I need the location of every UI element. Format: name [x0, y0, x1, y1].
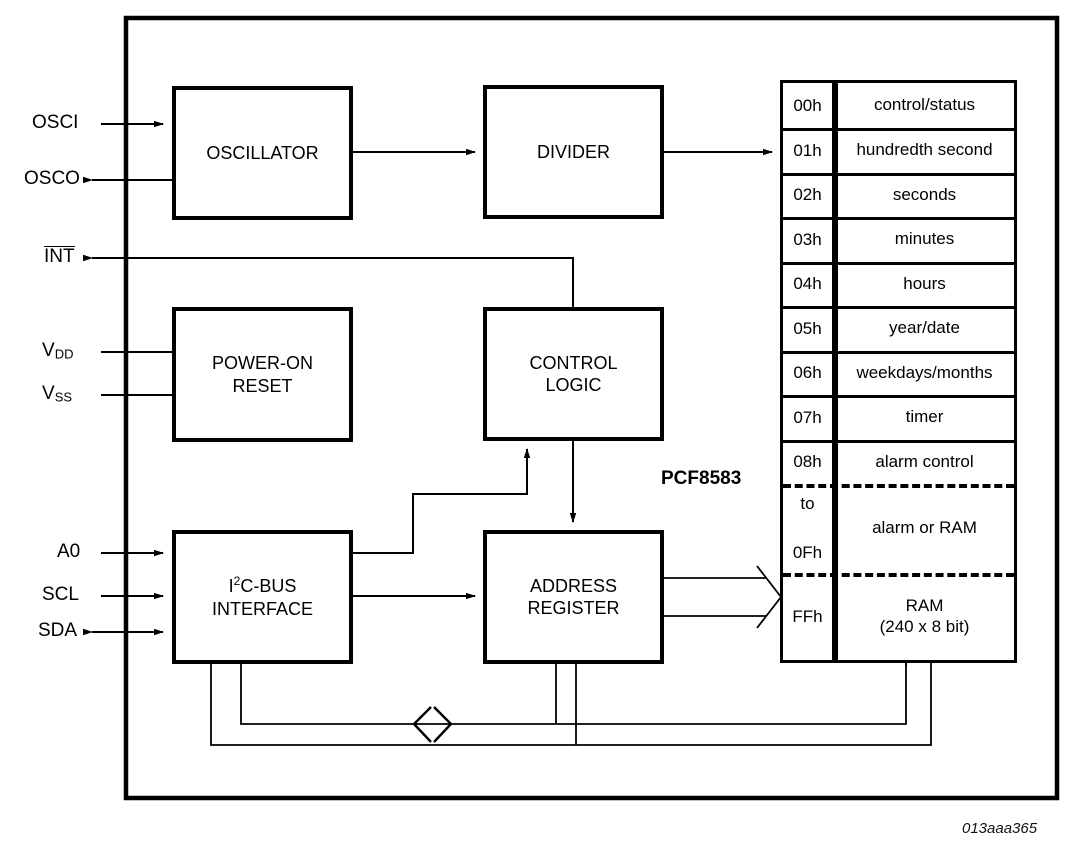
table-row: 05h year/date [783, 306, 1014, 351]
block-i2c-line1: I2C-BUS [229, 574, 297, 596]
register-name: alarm or RAM [872, 518, 977, 538]
register-name: year/date [889, 318, 960, 338]
register-name: weekdays/months [856, 362, 993, 382]
pin-label-vss: VSS [42, 383, 72, 405]
register-name: seconds [892, 184, 957, 204]
bus-rail-upper [240, 663, 907, 725]
table-row: 08h alarm control [783, 440, 1014, 484]
block-i2c-bus-interface: I2C-BUS INTERFACE [172, 530, 353, 664]
register-name-ram-line1: RAM [905, 596, 944, 616]
block-divider-label: DIVIDER [536, 141, 610, 162]
register-name: minutes [894, 229, 955, 249]
block-control-logic-line2: LOGIC [545, 375, 602, 395]
table-row: 01h hundredth second [783, 128, 1014, 173]
register-address: 01h [783, 128, 835, 173]
table-row: 07h timer [783, 395, 1014, 440]
register-name: RAM (240 x 8 bit) [835, 573, 1014, 660]
table-row: 00h control/status [783, 83, 1014, 128]
register-address: 02h [783, 173, 835, 217]
register-address-range-bottom: 0Fh [792, 543, 823, 562]
block-i2c-line2: INTERFACE [211, 598, 313, 619]
pin-label-vdd: VDD [42, 340, 73, 362]
block-power-on-reset-label: POWER-ON RESET [212, 352, 313, 397]
figure-code-label: 013aaa365 [962, 820, 1038, 837]
pin-label-vss-sub: SS [54, 389, 73, 405]
register-address: 05h [783, 306, 835, 351]
register-name: alarm control [875, 451, 974, 471]
pin-label-int: INT [44, 246, 75, 268]
block-i2c-post: C-BUS [240, 576, 297, 596]
pin-label-a0: A0 [57, 541, 81, 562]
wire-int [83, 254, 574, 307]
block-address-register-line1: ADDRESS [529, 575, 617, 596]
register-name: control/status [873, 95, 976, 115]
register-name: hours [903, 273, 946, 293]
block-oscillator: OSCILLATOR [172, 86, 353, 220]
block-control-logic: CONTROL LOGIC [483, 307, 664, 441]
block-control-logic-line1: CONTROL [529, 352, 618, 373]
register-name: hundredth second [856, 140, 993, 160]
register-name-ram: RAM (240 x 8 bit) [880, 596, 970, 637]
table-row-ram: FFh RAM (240 x 8 bit) [783, 573, 1014, 660]
block-power-on-reset: POWER-ON RESET [172, 307, 353, 442]
pin-label-sda: SDA [38, 620, 78, 641]
register-name: timer [905, 407, 944, 427]
block-address-register-line2: REGISTER [527, 598, 620, 618]
bus-arrow-addrreg-to-regmap [663, 565, 783, 629]
block-power-on-reset-line1: POWER-ON [212, 353, 313, 373]
table-row: 03h minutes [783, 217, 1014, 262]
block-diagram-canvas: OSCI OSCO INT VDD VSS A0 SCL SDA OSCILLA… [0, 0, 1081, 854]
register-address: 04h [783, 262, 835, 306]
register-address: 03h [783, 217, 835, 262]
bus-rail-lower [210, 663, 932, 746]
table-row: 06h weekdays/months [783, 351, 1014, 395]
register-address: 06h [783, 351, 835, 395]
block-i2c-bus-interface-label: I2C-BUS INTERFACE [212, 574, 313, 620]
block-address-register: ADDRESS REGISTER [483, 530, 664, 664]
pin-label-vdd-main: V [42, 340, 55, 361]
pin-label-osci: OSCI [32, 112, 79, 133]
register-map-table: 00h control/status 01h hundredth second … [780, 80, 1017, 663]
pin-label-osco: OSCO [24, 168, 80, 189]
table-row: 02h seconds [783, 173, 1014, 217]
block-address-register-label: ADDRESS REGISTER [527, 575, 619, 620]
block-control-logic-label: CONTROL LOGIC [529, 352, 617, 397]
register-address-range-top: to [800, 494, 815, 513]
pin-label-vdd-sub: DD [54, 346, 74, 362]
register-address: 07h [783, 395, 835, 440]
part-number-label: PCF8583 [661, 468, 742, 489]
register-address: 00h [783, 83, 835, 128]
block-divider: DIVIDER [483, 85, 664, 219]
pin-label-int-text: INT [44, 246, 75, 267]
register-address: FFh [783, 573, 835, 660]
pin-label-vss-main: V [42, 383, 55, 404]
block-power-on-reset-line2: RESET [232, 375, 293, 396]
table-row: 04h hours [783, 262, 1014, 306]
register-address: 08h [783, 440, 835, 484]
register-name-ram-line2: (240 x 8 bit) [879, 616, 970, 636]
block-oscillator-label: OSCILLATOR [206, 142, 319, 163]
register-address-range: to 0Fh [783, 484, 835, 573]
table-row-alarm-or-ram: to 0Fh alarm or RAM [783, 484, 1014, 573]
pin-label-scl: SCL [42, 584, 79, 605]
